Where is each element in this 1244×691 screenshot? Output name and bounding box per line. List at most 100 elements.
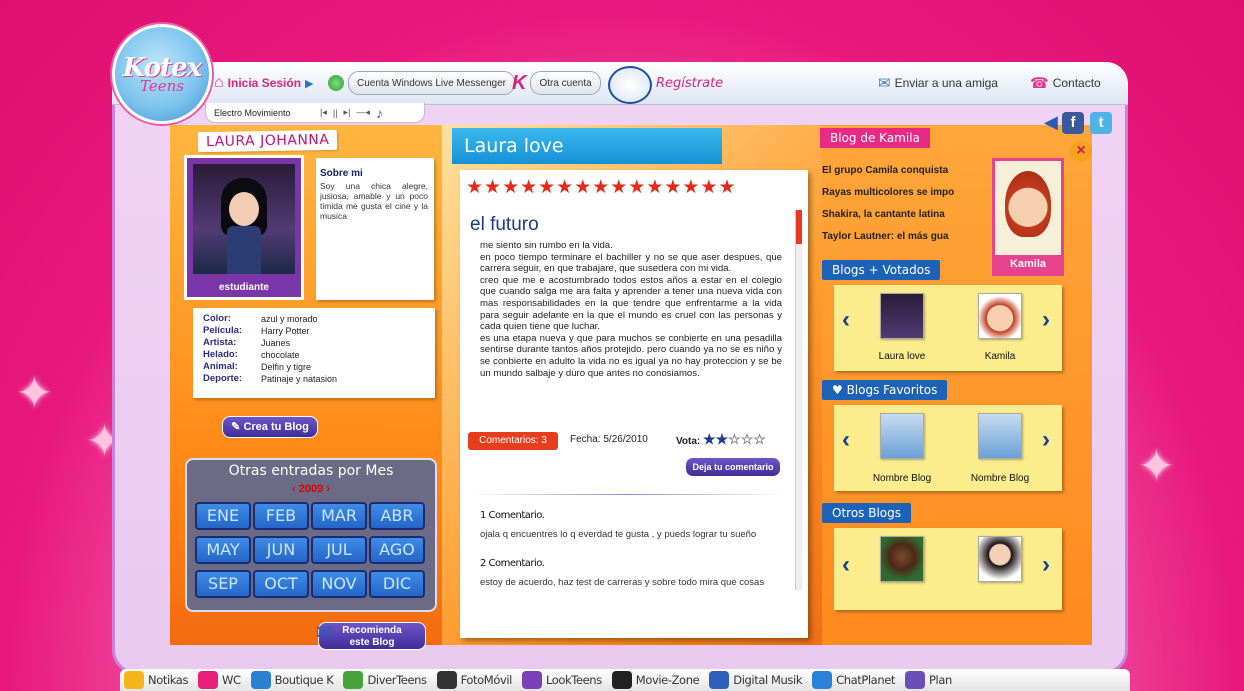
archive-title: Otras entradas por Mes (228, 463, 394, 479)
most-voted-tab: Blogs + Votados (822, 260, 941, 280)
pause-button[interactable]: || (333, 108, 338, 118)
prev-arrow-icon[interactable]: ‹ (842, 553, 858, 577)
blog-thumb-label[interactable]: Nombre Blog (960, 473, 1040, 484)
send-to-friend-link[interactable]: ✉ Enviar a una amiga (878, 70, 998, 96)
vote-star-filled[interactable]: ★★ (703, 431, 728, 447)
other-account-button[interactable]: K Otra cuenta (512, 70, 601, 96)
comment-title: 2 Comentario. (480, 558, 545, 569)
month-button[interactable]: DIC (369, 570, 425, 598)
favorite-value: Patinaje y natasion (261, 374, 338, 384)
month-button[interactable]: SEP (195, 570, 251, 598)
blog-thumb-label[interactable]: Nombre Blog (862, 473, 942, 484)
next-year-button[interactable]: › (326, 483, 330, 495)
blog-title: Laura love (452, 128, 722, 164)
bottom-nav-item[interactable]: Digital Musik (705, 669, 808, 691)
bottom-nav-label: DiverTeens (367, 673, 427, 687)
bottom-nav-item[interactable]: FotoMóvil (433, 669, 518, 691)
bottom-nav-label: Notikas (148, 673, 189, 687)
month-button[interactable]: JUN (253, 536, 309, 564)
login-link[interactable]: ⌂ Inicia Sesión ▶ (214, 70, 314, 96)
headline-item[interactable]: Shakira, la cantante latina (822, 204, 992, 226)
nav-icon (343, 671, 364, 689)
post-body: me siento sin rumbo en la vida. en poco … (480, 240, 782, 379)
create-blog-button[interactable]: ✎ Crea tu Blog (222, 416, 318, 438)
headline-item[interactable]: Taylor Lautner: el más gua (822, 226, 992, 248)
about-me-note: Sobre mi Soy una chica alegre, jusiosa, … (316, 158, 434, 300)
blog-thumb-label[interactable]: Laura love (862, 351, 942, 362)
nav-icon (905, 671, 926, 689)
profile-photo[interactable]: estudiante (184, 155, 304, 300)
bottom-nav-item[interactable]: Boutique K (247, 669, 340, 691)
blog-thumb-kamila[interactable] (978, 293, 1022, 339)
favorite-row: Película: Harry Potter (203, 325, 435, 337)
blog-thumb-other[interactable] (978, 536, 1022, 582)
bottom-nav-item[interactable]: ChatPlanet (808, 669, 901, 691)
headline-item[interactable]: El grupo Camila conquista (822, 160, 992, 182)
bottom-nav-item[interactable]: WC (194, 669, 247, 691)
month-button[interactable]: MAY (195, 536, 251, 564)
next-arrow-icon[interactable]: › (1042, 428, 1058, 452)
logo-subtext: Teens (140, 77, 184, 95)
share-arrow-icon: ◀ (1044, 112, 1058, 132)
year-selector: ‹ 2009 › (187, 483, 435, 495)
close-icon[interactable]: × (1070, 140, 1092, 162)
month-button[interactable]: JUL (311, 536, 367, 564)
comments-list: 1 Comentario. ojala q encuentres lo q ev… (480, 510, 790, 588)
scrollbar-thumb[interactable] (796, 210, 802, 244)
blog-thumb-placeholder[interactable] (880, 413, 924, 459)
contact-link[interactable]: ☎ Contacto (1030, 70, 1101, 96)
recommend-blog-button[interactable]: Recomienda este Blog (318, 622, 426, 650)
messenger-login-button[interactable]: Cuenta Windows Live Messenger (328, 70, 515, 96)
bottom-nav-item[interactable]: DiverTeens (339, 669, 432, 691)
blog-thumb-other[interactable] (880, 536, 924, 582)
leave-comment-button[interactable]: Deja tu comentario (685, 457, 781, 477)
favorite-row: Color: azul y morado (203, 313, 435, 325)
kamila-card[interactable]: Kamila (992, 158, 1064, 276)
next-arrow-icon[interactable]: › (1042, 308, 1058, 332)
month-button[interactable]: ENE (195, 502, 251, 530)
nav-icon (709, 671, 730, 689)
prev-arrow-icon[interactable]: ‹ (842, 308, 858, 332)
comment-text: ojala q encuentres lo q everdad te gusta… (480, 529, 757, 540)
prev-arrow-icon[interactable]: ‹ (842, 428, 858, 452)
home-icon: ⌂ (214, 74, 224, 91)
prev-year-button[interactable]: ‹ (292, 483, 296, 495)
twitter-icon[interactable]: t (1090, 112, 1112, 134)
facebook-icon[interactable]: f (1062, 112, 1084, 134)
headline-item[interactable]: Rayas multicolores se impo (822, 182, 992, 204)
next-arrow-icon[interactable]: › (1042, 553, 1058, 577)
bottom-nav-item[interactable]: Movie-Zone (608, 669, 705, 691)
month-button[interactable]: AGO (369, 536, 425, 564)
nav-icon (611, 671, 632, 689)
favorite-value: azul y morado (261, 314, 318, 324)
bottom-navigation: Notikas WC Boutique K DiverTeens FotoMóvil Lo… (120, 669, 1130, 691)
volume-slider[interactable]: —◂ (356, 107, 370, 118)
vote-star-empty[interactable]: ☆☆☆ (728, 431, 766, 447)
month-button[interactable]: NOV (311, 570, 367, 598)
favorite-value: Harry Potter (261, 326, 310, 336)
previous-track-button[interactable]: |◂ (320, 107, 327, 118)
post-scrollbar[interactable] (795, 210, 802, 590)
month-button[interactable]: MAR (311, 502, 367, 530)
post-title: el futuro (470, 214, 539, 235)
blog-thumb-label[interactable]: Kamila (960, 351, 1040, 362)
contact-label: Contacto (1052, 76, 1101, 90)
post-date: Fecha: 5/26/2010 (570, 434, 648, 445)
month-button[interactable]: OCT (253, 570, 309, 598)
next-track-button[interactable]: ▸| (344, 107, 351, 118)
month-button[interactable]: ABR (369, 502, 425, 530)
vote-label: Vota: (676, 436, 701, 447)
month-button[interactable]: FEB (253, 502, 309, 530)
recommend-line2: este Blog (349, 637, 395, 648)
blog-thumb-laura[interactable] (880, 293, 924, 339)
register-link[interactable]: Regístrate (608, 66, 723, 104)
favorite-value: chocolate (261, 350, 300, 360)
blog-thumb-placeholder[interactable] (978, 413, 1022, 459)
bottom-nav-item[interactable]: Plan (901, 669, 958, 691)
kotex-teens-logo[interactable]: Kotex Teens (112, 24, 212, 124)
decorative-star: ✦ (1138, 442, 1175, 491)
bottom-nav-item[interactable]: LookTeens (518, 669, 608, 691)
bottom-nav-item[interactable]: Notikas (120, 669, 194, 691)
favorite-blogs-tab: ♥ Blogs Favoritos (822, 380, 948, 400)
comments-count-badge[interactable]: Comentarios: 3 (468, 432, 558, 450)
